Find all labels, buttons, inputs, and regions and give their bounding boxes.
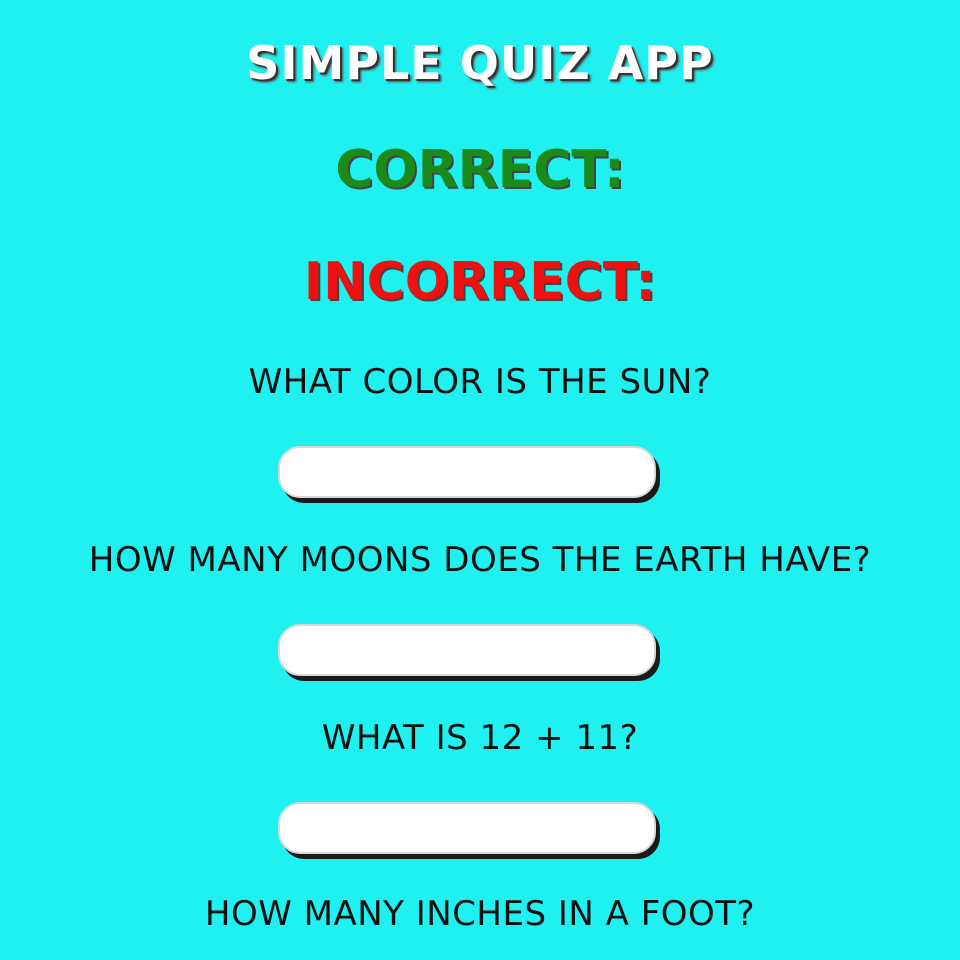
question-2: HOW MANY MOONS DOES THE EARTH HAVE? xyxy=(88,540,872,580)
answer-input-1[interactable] xyxy=(278,446,656,498)
question-3: WHAT IS 12 + 11? xyxy=(321,718,639,758)
correct-score: CORRECT: xyxy=(335,140,625,200)
quiz-app: SIMPLE QUIZ APP CORRECT: INCORRECT: WHAT… xyxy=(0,0,960,960)
answer-input-3[interactable] xyxy=(278,802,656,854)
answer-input-2[interactable] xyxy=(278,624,656,676)
question-1: WHAT COLOR IS THE SUN? xyxy=(248,362,712,402)
question-4: HOW MANY INCHES IN A FOOT? xyxy=(204,894,756,934)
app-title: SIMPLE QUIZ APP xyxy=(246,36,714,90)
incorrect-score: INCORRECT: xyxy=(303,252,657,312)
